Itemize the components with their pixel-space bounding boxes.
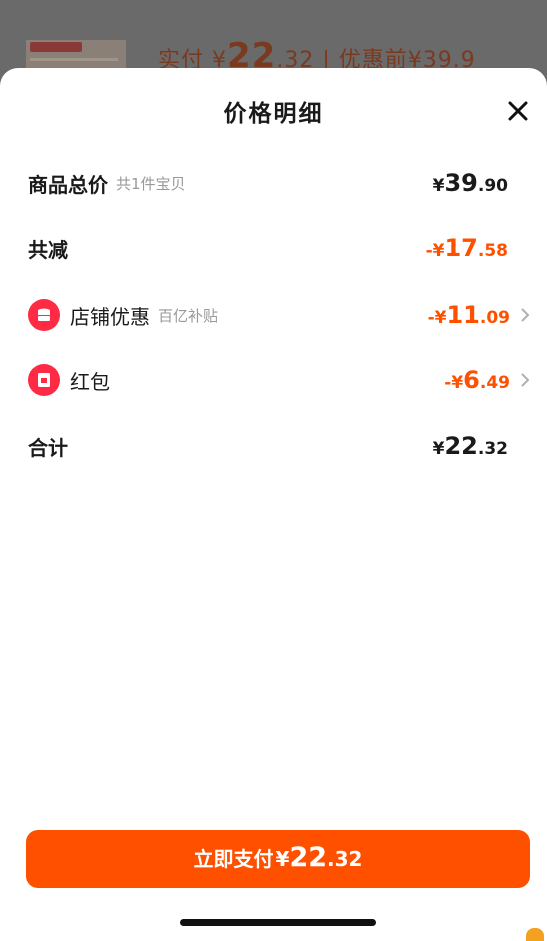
- home-indicator[interactable]: [180, 919, 376, 926]
- pay-now-button[interactable]: 立即支付 ¥22.32: [26, 830, 530, 888]
- sheet-title: 价格明细: [223, 101, 324, 127]
- goods-total-dec: .90: [477, 176, 508, 196]
- total-currency: ¥: [432, 439, 445, 459]
- goods-count: 共1件宝贝: [116, 174, 186, 193]
- total-discount-dec: .58: [477, 241, 508, 261]
- red-packet-int: 6: [463, 366, 480, 394]
- total-int: 22: [444, 432, 478, 460]
- total-row: 合计 ¥22.32: [28, 428, 508, 464]
- red-packet-dec: .49: [479, 373, 510, 393]
- store-discount-dec: .09: [479, 308, 510, 328]
- goods-total-label: 商品总价: [28, 172, 108, 197]
- goods-total-int: 39: [444, 169, 478, 197]
- red-packet-icon: [28, 364, 60, 396]
- total-dec: .32: [477, 439, 508, 459]
- product-thumbnail-line: [30, 58, 118, 61]
- store-discount-int: 11: [446, 301, 480, 329]
- total-amount: ¥22.32: [433, 428, 508, 464]
- pay-now-int: 22: [289, 842, 328, 873]
- close-button[interactable]: [507, 100, 529, 122]
- total-discount-label: 共减: [28, 237, 68, 262]
- chevron-right-icon: [520, 372, 530, 388]
- store-discount-row[interactable]: 店铺优惠 百亿补贴 -¥ 11.09: [28, 297, 530, 333]
- pay-now-dec: .32: [327, 847, 363, 871]
- total-discount-amount: -¥ 17.58: [426, 230, 508, 266]
- total-discount-row: 共减 -¥ 17.58: [28, 230, 508, 266]
- total-discount-currency: -¥: [425, 241, 445, 261]
- store-discount-sub: 百亿补贴: [158, 306, 219, 325]
- pay-now-label: 立即支付: [193, 847, 274, 871]
- goods-total-amount: ¥39.90: [433, 165, 508, 201]
- pay-now-currency: ¥: [275, 847, 290, 871]
- product-logo: [30, 42, 82, 52]
- goods-total-row: 商品总价 共1件宝贝 ¥39.90: [28, 165, 508, 201]
- store-discount-label: 店铺优惠: [70, 304, 150, 329]
- store-coupon-icon: [28, 299, 60, 331]
- red-packet-currency: -¥: [444, 373, 464, 393]
- total-label: 合计: [28, 435, 68, 460]
- red-packet-row[interactable]: 红包 -¥ 6.49: [28, 362, 530, 398]
- price-detail-sheet: 价格明细 商品总价 共1件宝贝 ¥39.90 共减 -¥ 17.58 店铺优惠 百…: [0, 68, 547, 941]
- floating-badge-icon[interactable]: [526, 928, 544, 941]
- total-discount-int: 17: [444, 234, 478, 262]
- close-icon: [508, 101, 528, 121]
- store-discount-amount: -¥ 11.09: [428, 297, 530, 333]
- chevron-right-icon: [520, 307, 530, 323]
- goods-total-currency: ¥: [432, 176, 445, 196]
- store-discount-currency: -¥: [427, 308, 447, 328]
- red-packet-label: 红包: [70, 369, 110, 394]
- red-packet-amount: -¥ 6.49: [444, 362, 530, 398]
